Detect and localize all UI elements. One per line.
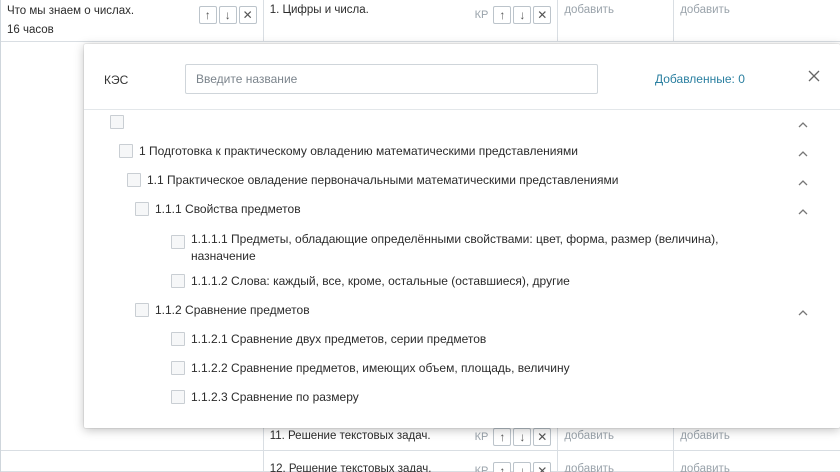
tree-node: 1.1.1 Свойства предметов (135, 201, 840, 217)
tree-checkbox[interactable] (127, 173, 141, 187)
tree-checkbox[interactable] (110, 115, 124, 129)
lesson-controls: КР ↑ ↓ ✕ (475, 6, 552, 24)
tree-checkbox[interactable] (119, 144, 133, 158)
remove-button[interactable]: ✕ (238, 6, 257, 24)
tree-checkbox[interactable] (135, 202, 149, 216)
lesson-controls: КР ↑ ↓ ✕ (475, 428, 552, 446)
tree-node-label: 1.1 Практическое овладение первоначальны… (147, 173, 619, 187)
tree-checkbox[interactable] (171, 235, 185, 249)
move-down-button[interactable]: ↓ (513, 428, 532, 446)
tree-node: 1.1.2.3 Сравнение по размеру (171, 389, 840, 405)
chevron-up-icon[interactable] (798, 308, 808, 318)
topic-title: Что мы знаем о числах. (7, 5, 135, 17)
kr-label: КР (474, 9, 489, 21)
lesson-controls: КР ↑ ↓ ✕ (475, 462, 552, 472)
move-down-button[interactable]: ↓ (513, 6, 532, 24)
topic-hours: 16 часов (7, 24, 54, 36)
tree-node: 1.1.2 Сравнение предметов (135, 302, 840, 318)
kr-label: КР (474, 431, 489, 443)
move-up-button[interactable]: ↑ (493, 428, 512, 446)
topic-controls: ↑ ↓ ✕ (198, 6, 257, 24)
lesson-title: 11. Решение текстовых задач. (269, 430, 431, 442)
tree-node: 1.1.1.1 Предметы, обладающие определённы… (171, 231, 771, 265)
tree-checkbox[interactable] (135, 303, 149, 317)
remove-button[interactable]: ✕ (533, 6, 552, 24)
topic-cell: Что мы знаем о числах. 16 часов ↑ ↓ ✕ (1, 0, 264, 42)
lesson-title: 1. Цифры и числа. (269, 4, 369, 16)
tree-checkbox[interactable] (171, 361, 185, 375)
tree-node (110, 114, 840, 129)
remove-button[interactable]: ✕ (533, 428, 552, 446)
tree-node: 1.1.2.2 Сравнение предметов, имеющих объ… (171, 360, 840, 376)
tree-node-label: 1.1.1.2 Слова: каждый, все, кроме, остал… (191, 274, 570, 288)
added-count[interactable]: Добавленные: 0 (655, 72, 745, 86)
remove-button[interactable]: ✕ (533, 462, 552, 472)
move-down-button[interactable]: ↓ (513, 462, 532, 472)
move-up-button[interactable]: ↑ (493, 6, 512, 24)
tree-node-label: 1.1.2.2 Сравнение предметов, имеющих объ… (191, 361, 570, 375)
tree-node: 1.1.2.1 Сравнение двух предметов, серии … (171, 331, 840, 347)
tree-node-label: 1.1.1 Свойства предметов (155, 202, 301, 216)
tree-checkbox[interactable] (171, 274, 185, 288)
tree-node-label: 1.1.2.1 Сравнение двух предметов, серии … (191, 332, 487, 346)
kes-tree: 1 Подготовка к практическому овладению м… (84, 110, 840, 428)
lesson-cell: 12. Решение текстовых задач. КР ↑ ↓ ✕ (263, 451, 559, 472)
tree-checkbox[interactable] (171, 390, 185, 404)
modal-header: КЭС Добавленные: 0 (84, 44, 840, 110)
lesson-title: 12. Решение текстовых задач. (269, 463, 432, 472)
table-row: Что мы знаем о числах. 16 часов ↑ ↓ ✕ 1.… (1, 0, 840, 42)
tree-node-label: 1.1.2 Сравнение предметов (155, 303, 310, 317)
lesson-cell: 1. Цифры и числа. КР ↑ ↓ ✕ (263, 0, 559, 42)
add-link[interactable]: добавить (674, 451, 840, 472)
move-up-button[interactable]: ↑ (198, 6, 217, 24)
add-link[interactable]: добавить (674, 0, 840, 42)
chevron-up-icon[interactable] (798, 120, 808, 130)
move-down-button[interactable]: ↓ (218, 6, 237, 24)
tree-node: 1 Подготовка к практическому овладению м… (119, 143, 840, 159)
add-link[interactable]: добавить (558, 451, 675, 472)
kes-modal: КЭС Добавленные: 0 1 Подготовка к практи… (84, 44, 840, 428)
add-link[interactable]: добавить (558, 0, 675, 42)
tree-checkbox[interactable] (171, 332, 185, 346)
tree-node-label: 1 Подготовка к практическому овладению м… (139, 144, 578, 158)
tree-node: 1.1.1.2 Слова: каждый, все, кроме, остал… (171, 273, 840, 289)
table-row: 12. Решение текстовых задач. КР ↑ ↓ ✕ до… (1, 451, 840, 472)
chevron-up-icon[interactable] (798, 178, 808, 188)
chevron-up-icon[interactable] (798, 207, 808, 217)
search-input[interactable] (185, 64, 598, 94)
move-up-button[interactable]: ↑ (493, 462, 512, 472)
chevron-up-icon[interactable] (798, 149, 808, 159)
tree-node-label: 1.1.1.1 Предметы, обладающие определённы… (191, 232, 719, 263)
close-icon[interactable] (806, 68, 822, 84)
kr-label: КР (474, 465, 489, 472)
tree-node-label: 1.1.2.3 Сравнение по размеру (191, 390, 359, 404)
modal-title: КЭС (104, 73, 129, 87)
topic-cell (1, 451, 264, 472)
tree-node: 1.1 Практическое овладение первоначальны… (127, 172, 840, 188)
